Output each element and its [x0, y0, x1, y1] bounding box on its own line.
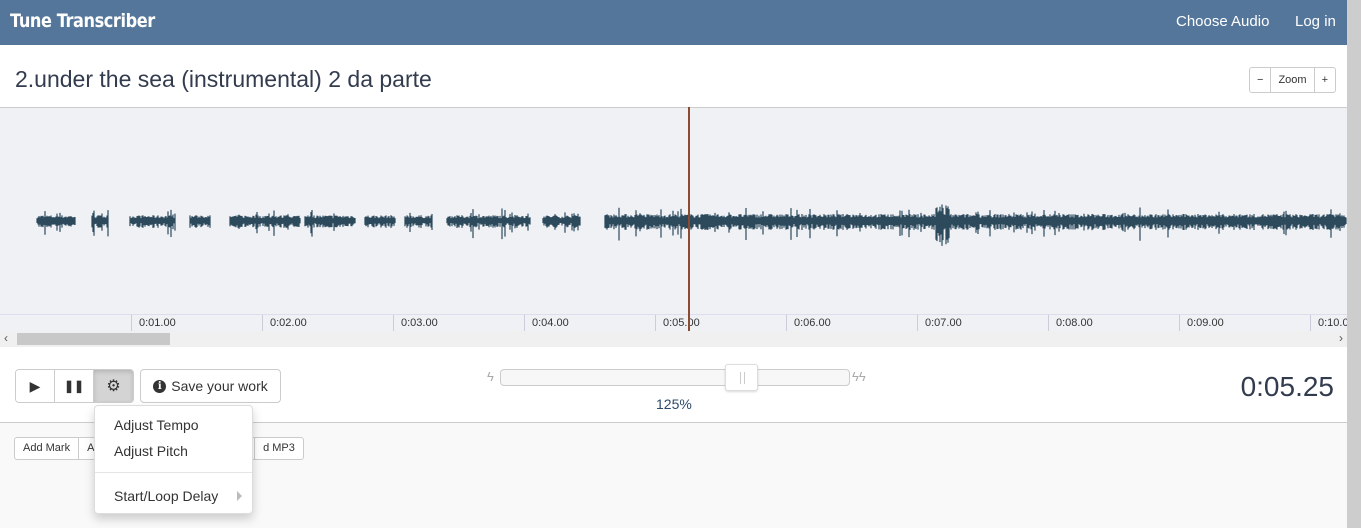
brand-logo[interactable]: Tune Transcriber [10, 10, 155, 32]
page-title: 2.under the sea (instrumental) 2 da part… [15, 66, 432, 92]
menu-item-adjust-pitch[interactable]: Adjust Pitch [114, 443, 188, 459]
timeline-tick: 0:10.00 [1310, 315, 1347, 331]
timeline-tick: 0:09.00 [1179, 315, 1224, 331]
scroll-right-icon[interactable]: › [1339, 331, 1343, 345]
timeline-tick: 0:01.00 [131, 315, 176, 331]
gear-icon: ⚙ [106, 378, 121, 395]
save-label: Save your work [171, 378, 268, 394]
zoom-control: − Zoom + [1249, 67, 1336, 93]
timeline-tick: 0:06.00 [786, 315, 831, 331]
settings-dropdown: Adjust Tempo Adjust Pitch Start/Loop Del… [94, 405, 253, 514]
timeline-tick: 0:02.00 [262, 315, 307, 331]
waveform[interactable] [0, 107, 1347, 314]
play-button[interactable]: ▶ [16, 370, 55, 402]
login-link[interactable]: Log in [1295, 13, 1336, 30]
pause-button[interactable]: ❚❚ [55, 370, 94, 402]
timeline-tick: 0:03.00 [393, 315, 438, 331]
zoom-in-button[interactable]: + [1315, 68, 1335, 92]
menu-item-start-loop-delay[interactable]: Start/Loop Delay [114, 488, 218, 504]
timeline: 0:01.00 0:02.00 0:03.00 0:04.00 0:05.00 0:06.… [0, 314, 1347, 331]
zoom-out-button[interactable]: − [1250, 68, 1272, 92]
save-button[interactable]: i Save your work [140, 369, 281, 403]
settings-button[interactable]: ⚙ [94, 370, 133, 402]
zoom-label: Zoom [1271, 68, 1315, 92]
navbar: Tune Transcriber Choose Audio Log in [0, 0, 1347, 45]
tempo-value: 125% [656, 396, 692, 412]
timeline-tick: 0:05.00 [655, 315, 700, 331]
pause-icon: ❚❚ [63, 379, 85, 393]
fast-icon: ϟϟ [852, 369, 866, 384]
horizontal-scrollbar[interactable]: ‹ › [0, 331, 1347, 347]
scrollbar-thumb[interactable] [17, 333, 170, 345]
current-time: 0:05.25 [1240, 371, 1334, 402]
slow-icon: ϟ [487, 369, 494, 384]
timeline-tick: 0:07.00 [917, 315, 962, 331]
download-mp3-button[interactable]: d MP3 [255, 438, 303, 459]
info-icon: i [153, 379, 167, 393]
submenu-arrow-icon [237, 491, 242, 501]
playback-controls: ▶ ❚❚ ⚙ [15, 369, 134, 403]
menu-item-adjust-tempo[interactable]: Adjust Tempo [114, 417, 199, 433]
tempo-slider-handle[interactable] [725, 364, 758, 391]
timeline-tick: 0:08.00 [1048, 315, 1093, 331]
scroll-left-icon[interactable]: ‹ [4, 331, 8, 345]
timeline-tick: 0:04.00 [524, 315, 569, 331]
page-scrollbar[interactable] [1347, 0, 1361, 528]
choose-audio-link[interactable]: Choose Audio [1176, 13, 1269, 30]
menu-divider [95, 472, 252, 473]
add-mark-button[interactable]: Add Mark [15, 438, 80, 459]
tempo-slider[interactable] [500, 369, 850, 386]
waveform-path [36, 204, 1347, 246]
playhead-cursor[interactable] [688, 107, 690, 331]
play-icon: ▶ [29, 377, 41, 394]
